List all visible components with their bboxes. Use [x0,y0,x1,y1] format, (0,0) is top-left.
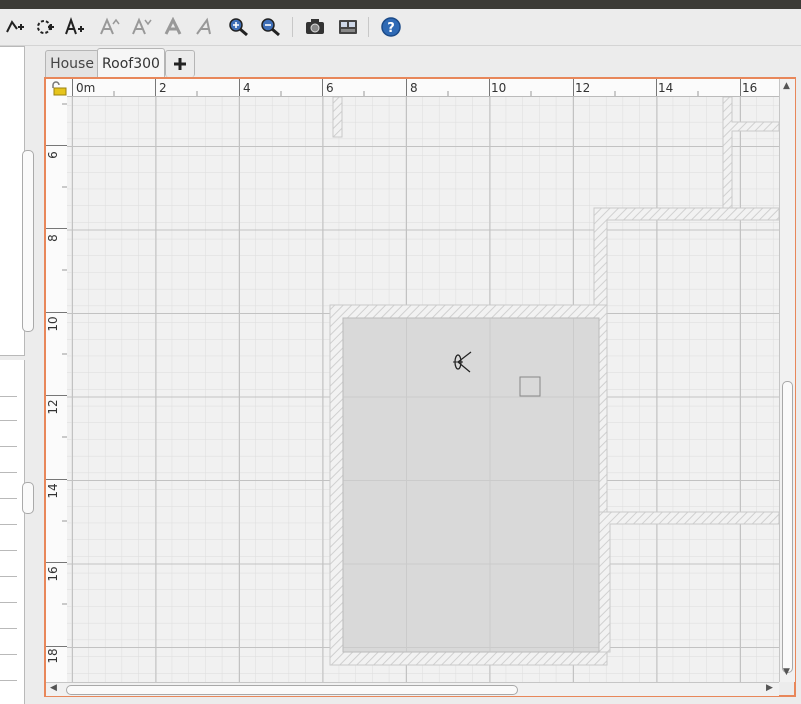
vertical-ruler-ticks [46,103,67,647]
tab-roof300[interactable]: Roof300 [97,48,165,78]
ruler-label: 6 [46,151,60,159]
ruler-label: 14 [46,483,60,499]
scroll-down-icon[interactable]: ▼ [783,667,790,677]
ruler-corner [46,79,67,96]
tab-house[interactable]: House [45,50,99,77]
wall[interactable] [332,97,343,138]
increase-text-size-button[interactable] [96,15,122,39]
zoom-in-button[interactable] [226,15,252,39]
vertical-scroll-thumb[interactable] [782,381,793,673]
add-text-button[interactable] [62,15,88,39]
furniture-list-scrollbar[interactable] [22,482,34,514]
bold-text-button[interactable] [160,15,186,39]
plus-icon [174,58,186,70]
ruler-label: 14 [658,81,674,95]
vertical-scrollbar[interactable]: ▲ ▼ [779,79,795,682]
text-add-icon [65,17,84,35]
level-tabs: House Roof300 [43,46,801,78]
ruler-label: 16 [46,566,60,582]
toolbar: ? [0,9,801,46]
tab-house-label: House [50,56,94,72]
polyline-icon [6,20,24,33]
dimension-icon [37,20,54,34]
create-photo-button[interactable] [302,15,328,39]
catalog-scrollbar[interactable] [22,150,34,332]
italic-text-button[interactable] [192,15,218,39]
ruler-label: 18 [46,648,60,664]
scroll-up-icon[interactable]: ▲ [783,81,790,91]
ruler-label: 12 [46,399,60,415]
window-titlebar [0,0,801,9]
text-size-down-icon [132,17,152,35]
horizontal-scrollbar[interactable]: ◀ ▶ [46,682,779,696]
furniture-list[interactable] [0,360,25,704]
scroll-corner [779,682,794,695]
create-video-button[interactable] [335,15,361,39]
ruler-label: 10 [491,81,507,95]
camera-icon [306,19,324,34]
ruler-label: 8 [410,81,418,95]
horizontal-ruler: 0m 2 4 6 8 10 12 14 16 [67,79,779,97]
vertical-ruler: 6 8 10 12 14 16 18 [46,96,68,682]
plan-canvas[interactable] [67,97,779,682]
ruler-label: 10 [46,316,60,332]
ruler-label: 4 [243,81,251,95]
ruler-label: 16 [742,81,758,95]
video-icon [339,20,357,34]
lock-icon[interactable] [49,80,67,96]
text-size-up-icon [100,17,120,35]
decrease-text-size-button[interactable] [128,15,154,39]
ruler-label: 0m [76,81,96,95]
toolbar-separator [292,17,293,37]
tab-roof300-label: Roof300 [102,55,160,72]
ruler-label: 8 [46,234,60,242]
plan-drawing [67,97,779,682]
ruler-label: 6 [326,81,334,95]
horizontal-scroll-thumb[interactable] [66,685,518,695]
create-polylines-button[interactable] [2,15,28,39]
toolbar-separator [368,17,369,37]
zoom-in-icon [229,18,248,37]
zoom-out-button[interactable] [258,15,284,39]
help-icon: ? [381,17,401,37]
room-grid [343,318,599,652]
svg-text:?: ? [387,21,395,36]
left-pane [0,46,38,704]
ruler-label: 12 [575,81,591,95]
help-button[interactable]: ? [378,15,404,39]
text-bold-icon [164,17,182,35]
ruler-label: 2 [159,81,167,95]
add-level-button[interactable] [165,50,195,77]
scroll-left-icon[interactable]: ◀ [50,683,57,693]
create-dimensions-button[interactable] [32,15,58,39]
scroll-right-icon[interactable]: ▶ [766,683,773,693]
zoom-out-icon [261,18,280,37]
text-italic-icon [196,17,211,35]
